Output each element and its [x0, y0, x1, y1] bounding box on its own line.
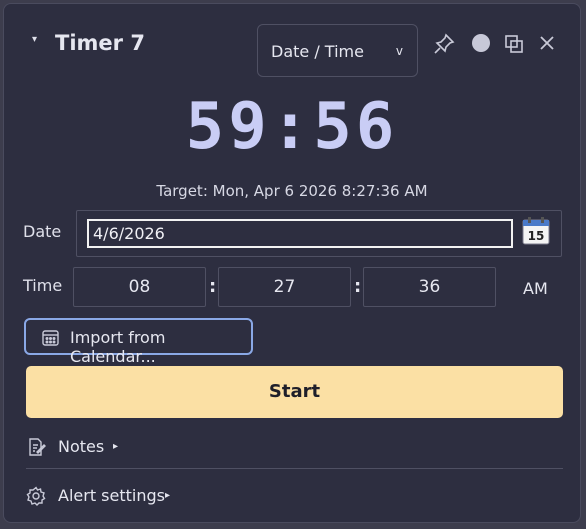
alert-settings-section-toggle[interactable]: Alert settings ▸: [26, 483, 186, 509]
time-label: Time: [23, 276, 63, 295]
date-label: Date: [23, 222, 62, 241]
chevron-right-icon: ▸: [165, 490, 171, 501]
timer-window: ▾ Timer 7 Date / Time v 59:56 Target: Mo…: [3, 3, 581, 523]
time-separator: :: [354, 276, 362, 297]
start-button[interactable]: Start: [26, 366, 563, 418]
mode-dropdown[interactable]: Date / Time v: [257, 24, 418, 77]
notes-section-toggle[interactable]: Notes ▸: [26, 434, 136, 460]
calendar-day-number: 15: [528, 229, 545, 243]
notes-edit-icon: [26, 437, 46, 457]
calendar-icon: [42, 329, 59, 346]
time-separator: :: [209, 276, 217, 297]
calendar-picker-icon[interactable]: 15: [522, 217, 550, 245]
pin-icon[interactable]: [432, 32, 456, 56]
hour-input[interactable]: 08: [73, 267, 206, 307]
mode-dropdown-value: Date / Time: [271, 42, 364, 61]
copy-window-icon[interactable]: [504, 34, 524, 54]
collapse-toggle-icon[interactable]: ▾: [32, 34, 37, 45]
import-from-calendar-button[interactable]: Import from Calendar...: [24, 318, 253, 366]
chevron-right-icon: ▸: [113, 441, 119, 452]
status-dot-icon[interactable]: [472, 34, 490, 52]
minute-input[interactable]: 27: [218, 267, 351, 307]
chevron-down-icon: v: [395, 44, 403, 58]
target-datetime: Target: Mon, Apr 6 2026 8:27:36 AM: [156, 182, 428, 200]
section-divider: [26, 468, 563, 469]
date-input[interactable]: 4/6/2026: [87, 219, 513, 248]
alert-settings-label: Alert settings: [58, 486, 165, 505]
countdown-display: 59:56: [185, 90, 399, 164]
second-input[interactable]: 36: [363, 267, 496, 307]
import-from-calendar-label: Import from Calendar...: [70, 328, 166, 366]
gear-icon: [26, 486, 46, 506]
notes-label: Notes: [58, 437, 105, 456]
close-icon[interactable]: [537, 33, 557, 53]
timer-title: Timer 7: [55, 31, 145, 55]
ampm-toggle[interactable]: AM: [523, 279, 548, 298]
date-field-group: 4/6/2026 15: [76, 210, 562, 257]
